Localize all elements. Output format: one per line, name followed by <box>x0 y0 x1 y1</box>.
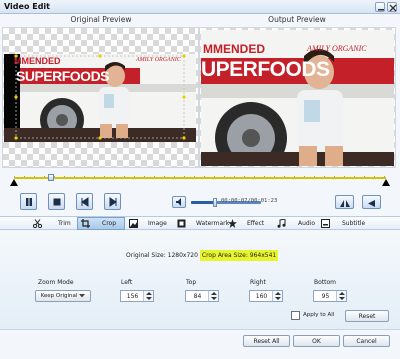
top-value: 84 <box>193 293 202 300</box>
pause-icon <box>26 198 32 206</box>
trim-start-handle[interactable] <box>10 179 18 186</box>
volume-slider-fill <box>191 201 214 204</box>
left-spinbox[interactable]: 156 <box>120 290 154 302</box>
tab-effect[interactable]: Effect <box>225 217 267 230</box>
reset-button[interactable]: Reset <box>345 310 389 322</box>
top-spinbox[interactable]: 84 <box>185 290 219 302</box>
bottom-spin-arrows[interactable] <box>336 291 346 301</box>
image-icon <box>129 219 138 228</box>
right-spinbox[interactable]: 160 <box>249 290 283 302</box>
cancel-button[interactable]: Cancel <box>343 335 390 347</box>
window-title: Video Edit <box>4 2 50 11</box>
tab-subtitle[interactable]: Subtitle <box>318 217 368 230</box>
open-folder-button[interactable] <box>362 195 381 209</box>
title-bar: Video Edit <box>0 0 400 14</box>
left-label: Left <box>121 279 133 286</box>
volume-button[interactable] <box>172 196 186 208</box>
tab-crop[interactable]: Crop <box>77 217 125 230</box>
tab-audio[interactable]: Audio <box>274 217 318 230</box>
bottom-label: Bottom <box>314 279 337 286</box>
top-spin-arrows[interactable] <box>208 291 218 301</box>
size-info: Original Size: 1280x720 Crop Area Size: … <box>126 250 279 261</box>
original-sign-line1: MMENDED <box>14 56 61 66</box>
zoom-mode-value: Keep Original <box>40 293 78 299</box>
crop-area-size-label: Crop Area Size: 964x541 <box>199 250 279 261</box>
top-label: Top <box>186 279 197 286</box>
original-video: MMENDED AMILY ORGANIC SUPERFOODS <box>4 54 196 142</box>
tab-crop-label: Crop <box>102 220 117 227</box>
reset-all-button[interactable]: Reset All <box>243 335 290 347</box>
star-icon <box>228 219 237 228</box>
left-spin-arrows[interactable] <box>143 291 153 301</box>
spin-arrows-icon <box>146 292 152 300</box>
original-sign-line2: SUPERFOODS <box>16 68 110 84</box>
right-spin-arrows[interactable] <box>272 291 282 301</box>
crop-icon <box>81 219 90 228</box>
set-start-button[interactable] <box>76 193 93 210</box>
scissors-icon <box>33 219 42 228</box>
trim-end-handle[interactable] <box>382 179 390 186</box>
stop-button[interactable] <box>48 193 65 210</box>
tab-trim[interactable]: Trim <box>30 217 74 230</box>
speaker-icon <box>176 198 181 206</box>
bottom-value: 95 <box>321 293 330 300</box>
dialog-footer <box>0 329 400 359</box>
minimize-button[interactable] <box>375 2 385 12</box>
reset-all-label: Reset All <box>253 337 280 345</box>
minimize-icon <box>378 9 384 11</box>
spin-arrows-icon <box>339 292 345 300</box>
right-label: Right <box>250 279 266 286</box>
tab-effect-label: Effect <box>247 220 265 227</box>
tab-trim-label: Trim <box>58 220 71 227</box>
tab-watermark[interactable]: Watermark <box>174 217 232 230</box>
mark-start-icon <box>81 197 89 207</box>
bottom-spinbox[interactable]: 95 <box>313 290 347 302</box>
volume-slider-knob[interactable] <box>213 198 218 207</box>
output-sign-line2: UPERFOODS <box>201 58 330 81</box>
pause-button[interactable] <box>20 193 37 210</box>
tab-audio-label: Audio <box>298 220 316 227</box>
timecode: 00:00:07/00:01:23 <box>221 198 278 204</box>
flip-icon <box>340 200 350 207</box>
cancel-label: Cancel <box>356 337 377 345</box>
output-sign-line1-tail: AMILY ORGANIC <box>307 44 367 53</box>
apply-to-all-checkbox[interactable] <box>291 311 300 320</box>
output-video: MMENDED AMILY ORGANIC UPERFOODS <box>201 30 394 166</box>
left-value: 156 <box>126 293 139 300</box>
watermark-icon <box>177 219 186 228</box>
timeline-track[interactable] <box>14 177 386 179</box>
dropdown-arrow-icon <box>79 294 86 298</box>
close-button[interactable] <box>387 2 397 12</box>
mark-end-icon <box>109 197 117 207</box>
close-icon <box>389 4 397 12</box>
playhead[interactable] <box>48 174 54 181</box>
zoom-mode-dropdown[interactable]: Keep Original <box>35 290 91 302</box>
subtitle-icon <box>321 219 330 228</box>
spin-arrows-icon <box>211 292 217 300</box>
output-preview-title: Output Preview <box>268 15 326 24</box>
original-preview-title: Original Preview <box>70 15 132 24</box>
tab-image[interactable]: Image <box>126 217 170 230</box>
tab-bar: Trim Crop Image Watermark Effect Audio S… <box>0 216 400 230</box>
original-size-label: Original Size: 1280x720 <box>126 252 198 259</box>
stop-icon <box>53 198 61 206</box>
music-note-icon <box>277 219 286 228</box>
ok-button[interactable]: OK <box>293 335 340 347</box>
original-sign-line1-tail: AMILY ORGANIC <box>136 57 181 63</box>
zoom-mode-label: Zoom Mode <box>38 279 74 286</box>
tab-image-label: Image <box>148 220 167 227</box>
output-sign-line1: MMENDED <box>203 42 265 56</box>
set-end-button[interactable] <box>104 193 121 210</box>
ok-label: OK <box>312 337 321 345</box>
tab-subtitle-label: Subtitle <box>342 220 366 227</box>
arrow-left-icon <box>368 200 375 207</box>
reset-button-label: Reset <box>358 312 376 320</box>
snapshot-button[interactable] <box>335 195 354 209</box>
right-value: 160 <box>255 293 268 300</box>
apply-to-all-label: Apply to All <box>303 312 335 318</box>
spin-arrows-icon <box>275 292 281 300</box>
